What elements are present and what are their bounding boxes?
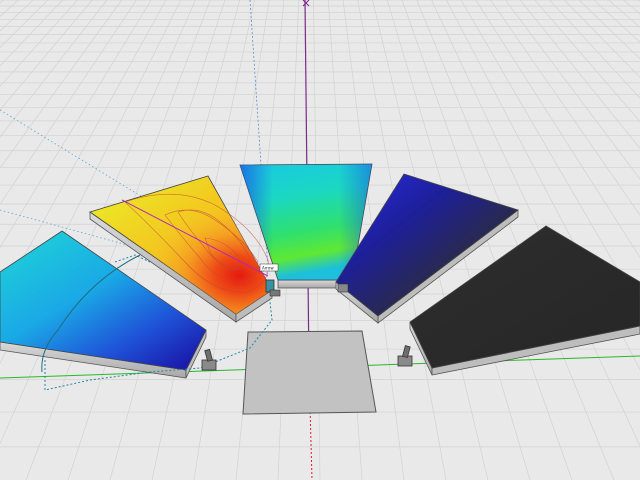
floor-plate[interactable] — [242, 330, 377, 415]
fixture-model-center-right[interactable] — [337, 283, 349, 293]
tiny-label-text: Arrow — [262, 266, 274, 271]
tiny-label-tag[interactable]: Arrow — [259, 263, 279, 272]
3d-viewport[interactable]: Arrow — [0, 0, 640, 480]
scene-canvas[interactable]: Arrow — [0, 0, 640, 480]
